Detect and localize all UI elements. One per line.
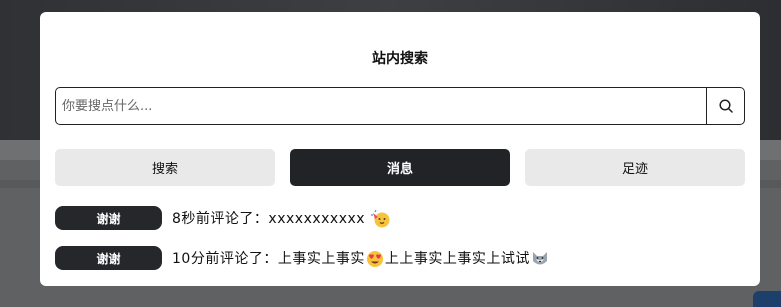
search-bar xyxy=(55,87,745,125)
search-input[interactable] xyxy=(56,88,706,124)
background-floating-button xyxy=(753,291,781,307)
search-icon xyxy=(718,99,733,113)
message-text[interactable]: 10分前评论了：上事实上事实 上上事实上事实上试试 xyxy=(172,248,550,268)
message-content: 上事实上事实 xyxy=(277,251,365,267)
message-prefix: 10分前评论了： xyxy=(172,251,278,267)
message-item: 谢谢 8秒前评论了：xxxxxxxxxxx xyxy=(55,206,392,230)
wolf-face-emoji-icon xyxy=(532,252,547,265)
message-badge[interactable]: 谢谢 xyxy=(55,246,162,270)
heart-eyes-emoji-icon xyxy=(366,251,383,267)
message-badge[interactable]: 谢谢 xyxy=(55,206,162,230)
message-text[interactable]: 8秒前评论了：xxxxxxxxxxx xyxy=(172,208,392,229)
message-item: 谢谢 10分前评论了：上事实上事实 上上事实上事实上试试 xyxy=(55,246,550,270)
modal-title: 站内搜索 xyxy=(372,51,428,67)
tab-bar: 搜索 消息 足迹 xyxy=(55,149,745,186)
message-content: xxxxxxxxxxx xyxy=(268,210,366,227)
search-modal: 站内搜索 搜索 消息 足迹 谢谢 8秒前评论了：xxxxxxxxxxx xyxy=(40,12,760,286)
tab-messages[interactable]: 消息 xyxy=(290,149,510,186)
tab-search[interactable]: 搜索 xyxy=(55,149,275,186)
search-button[interactable] xyxy=(706,88,744,124)
message-content-continued: 上上事实上事实上试试 xyxy=(384,251,530,267)
tab-history[interactable]: 足迹 xyxy=(525,149,745,186)
party-face-emoji-icon xyxy=(371,209,390,227)
message-prefix: 8秒前评论了： xyxy=(172,210,269,227)
